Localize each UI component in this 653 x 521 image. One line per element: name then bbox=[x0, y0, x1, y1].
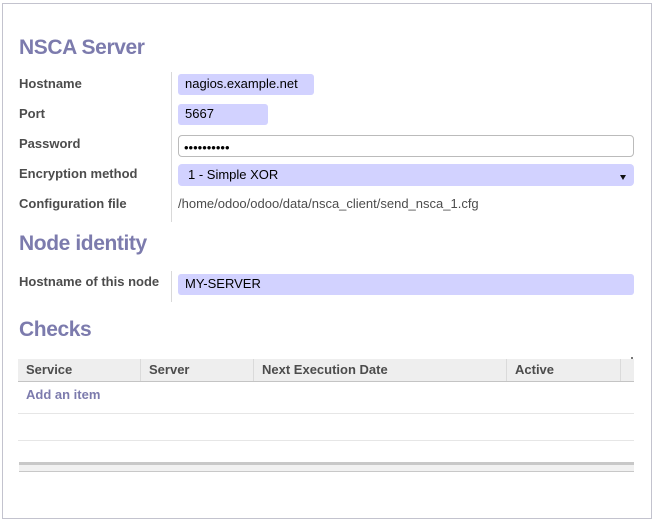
column-header-next-execution-date[interactable]: Next Execution Date bbox=[253, 359, 506, 381]
node-hostname-input[interactable] bbox=[178, 274, 634, 295]
section-title-checks: Checks bbox=[19, 319, 91, 340]
add-an-item-link[interactable]: Add an item bbox=[26, 382, 100, 408]
port-input[interactable] bbox=[178, 104, 268, 125]
group-separator-line bbox=[171, 72, 172, 222]
checks-table-header: Service Server Next Execution Date Activ… bbox=[18, 359, 634, 382]
select-dropdown-arrow-icon bbox=[620, 175, 626, 180]
configuration-file-value: /home/odoo/odoo/data/nsca_client/send_ns… bbox=[178, 193, 479, 214]
encryption-method-selected-option: 1 - Simple XOR bbox=[188, 167, 278, 182]
table-row bbox=[18, 414, 634, 441]
encryption-method-select[interactable]: 1 - Simple XOR bbox=[178, 164, 634, 186]
table-row: Add an item bbox=[18, 382, 634, 414]
column-header-tools bbox=[620, 359, 634, 381]
encryption-method-label: Encryption method bbox=[19, 163, 137, 184]
hostname-input[interactable] bbox=[178, 74, 314, 95]
table-resize-grip bbox=[631, 357, 633, 359]
column-header-active[interactable]: Active bbox=[506, 359, 620, 381]
section-title-nsca-server: NSCA Server bbox=[19, 37, 145, 58]
column-header-server[interactable]: Server bbox=[140, 359, 253, 381]
column-header-service[interactable]: Service bbox=[18, 359, 140, 381]
horizontal-scrollbar[interactable] bbox=[19, 462, 634, 472]
password-label: Password bbox=[19, 133, 80, 154]
hostname-label: Hostname bbox=[19, 73, 82, 94]
configuration-file-label: Configuration file bbox=[19, 193, 127, 214]
group-separator-line bbox=[171, 271, 172, 302]
form-sheet: NSCA Server Hostname Port Password •••••… bbox=[2, 3, 652, 519]
section-title-node-identity: Node identity bbox=[19, 233, 147, 254]
node-hostname-label: Hostname of this node bbox=[19, 271, 159, 292]
port-label: Port bbox=[19, 103, 45, 124]
checks-table: Service Server Next Execution Date Activ… bbox=[18, 359, 634, 441]
password-input[interactable]: •••••••••• bbox=[178, 135, 634, 157]
